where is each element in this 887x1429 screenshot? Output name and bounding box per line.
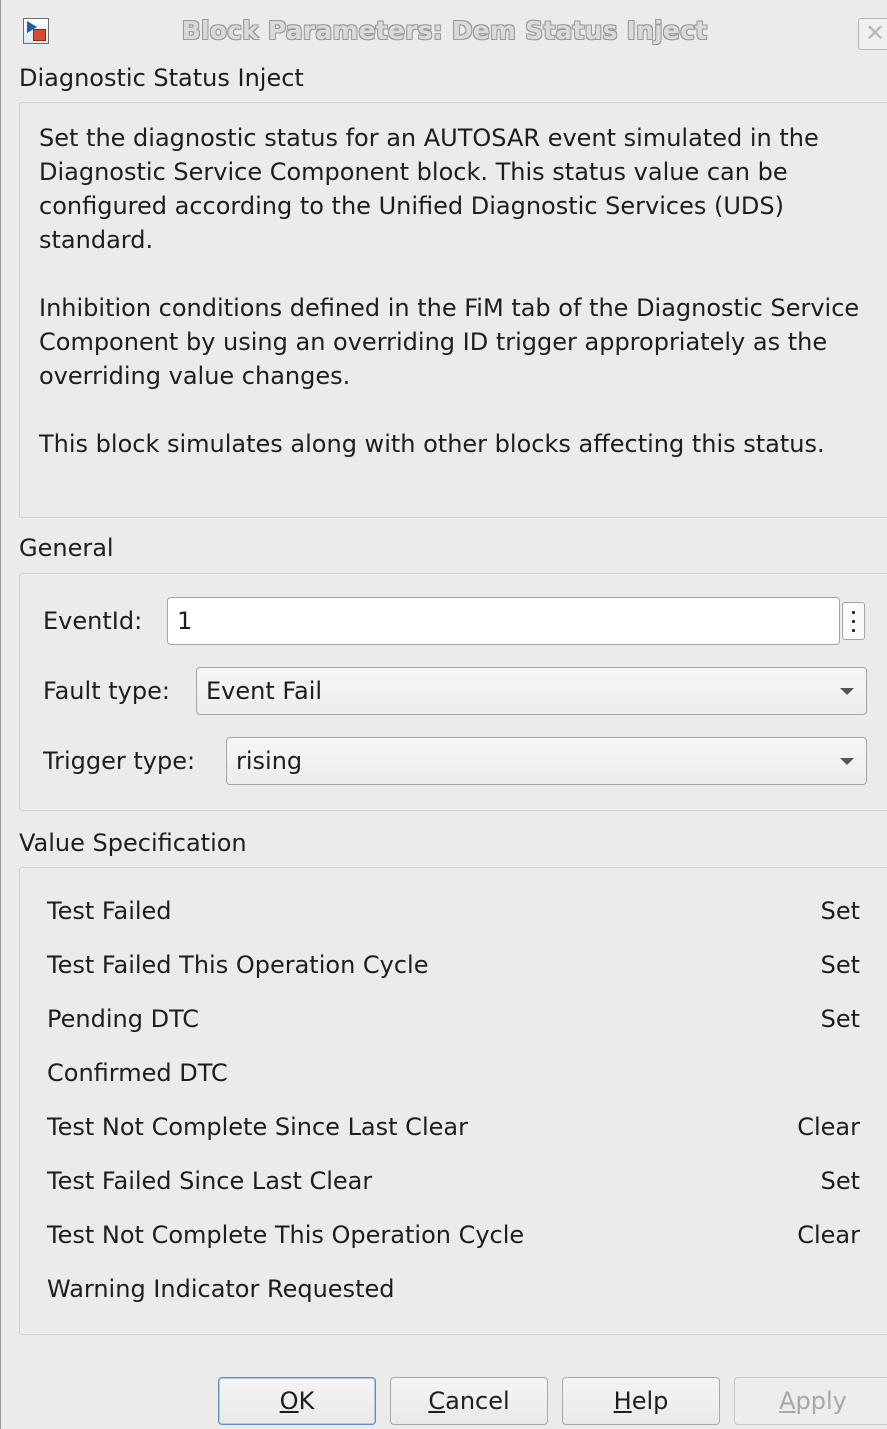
cancel-button-label: ancel bbox=[445, 1387, 510, 1415]
cancel-button-mnemonic: C bbox=[428, 1387, 446, 1415]
apply-button-mnemonic: A bbox=[779, 1387, 796, 1415]
status-row-value: Clear bbox=[797, 1113, 860, 1141]
trigger-type-select[interactable]: rising bbox=[226, 737, 867, 785]
status-row-label: Confirmed DTC bbox=[47, 1059, 228, 1087]
help-button-label: elp bbox=[631, 1387, 669, 1415]
status-row-label: Test Failed Since Last Clear bbox=[47, 1167, 373, 1195]
status-row-label: Pending DTC bbox=[47, 1005, 200, 1033]
ok-button[interactable]: OK bbox=[218, 1377, 376, 1425]
fault-type-select[interactable]: Event Fail bbox=[196, 667, 867, 715]
title-bar[interactable]: Block Parameters: Dem Status Inject ✕ bbox=[1, 0, 887, 66]
status-row-value: Set bbox=[820, 1167, 860, 1195]
status-row-value: Clear bbox=[797, 1221, 860, 1249]
status-row-label: Test Failed This Operation Cycle bbox=[47, 951, 429, 979]
ok-button-label: K bbox=[298, 1387, 315, 1415]
value-spec-group bbox=[19, 867, 887, 1335]
block-description: Set the diagnostic status for an AUTOSAR… bbox=[39, 121, 869, 461]
status-row-label: Test Not Complete Since Last Clear bbox=[47, 1113, 468, 1141]
fault-type-value: Event Fail bbox=[206, 677, 323, 705]
chevron-down-icon bbox=[840, 688, 854, 695]
description-paragraph: This block simulates along with other bl… bbox=[39, 430, 825, 458]
ok-button-mnemonic: O bbox=[279, 1387, 299, 1415]
description-paragraph: Set the diagnostic status for an AUTOSAR… bbox=[39, 124, 819, 254]
window-title: Block Parameters: Dem Status Inject bbox=[181, 16, 708, 45]
vertical-ellipsis-icon[interactable] bbox=[842, 602, 865, 640]
help-button[interactable]: Help bbox=[562, 1377, 720, 1425]
simulink-block-icon bbox=[23, 18, 49, 44]
apply-button[interactable]: Apply bbox=[734, 1377, 887, 1425]
chevron-down-icon bbox=[840, 758, 854, 765]
dialog-window: Block Parameters: Dem Status Inject ✕ Di… bbox=[0, 0, 887, 1429]
general-section-title: General bbox=[19, 534, 114, 562]
event-id-input[interactable]: 1 bbox=[167, 597, 840, 645]
status-row-label: Test Failed bbox=[47, 897, 172, 925]
trigger-type-value: rising bbox=[236, 747, 303, 775]
event-id-label: EventId: bbox=[43, 607, 143, 635]
status-row-label: Warning Indicator Requested bbox=[47, 1275, 395, 1303]
status-row-value: Set bbox=[820, 951, 860, 979]
value-spec-section-title: Value Specification bbox=[19, 829, 247, 857]
close-button[interactable]: ✕ bbox=[858, 18, 887, 50]
help-button-mnemonic: H bbox=[613, 1387, 632, 1415]
apply-button-label: pply bbox=[795, 1387, 847, 1415]
status-row-value: Set bbox=[820, 1005, 860, 1033]
block-title: Diagnostic Status Inject bbox=[19, 64, 304, 92]
status-row-label: Test Not Complete This Operation Cycle bbox=[47, 1221, 525, 1249]
trigger-type-label: Trigger type: bbox=[43, 747, 196, 775]
status-row-value: Set bbox=[820, 897, 860, 925]
cancel-button[interactable]: Cancel bbox=[390, 1377, 548, 1425]
close-icon: ✕ bbox=[865, 19, 886, 47]
fault-type-label: Fault type: bbox=[43, 677, 170, 705]
description-paragraph: Inhibition conditions defined in the FiM… bbox=[39, 294, 860, 390]
